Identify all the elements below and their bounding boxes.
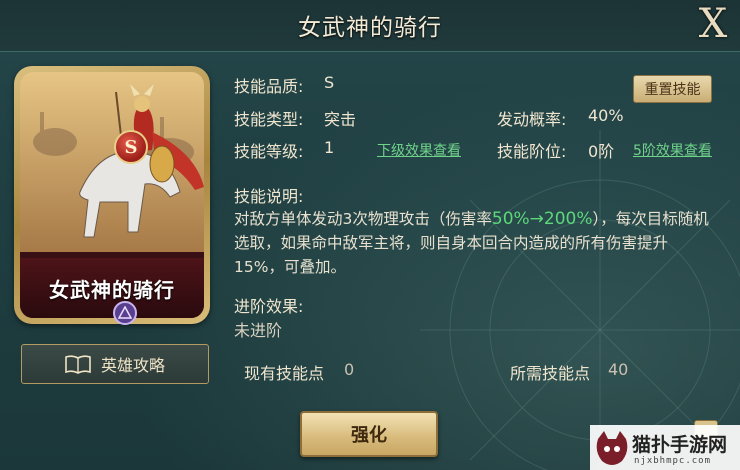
hero-guide-button[interactable]: 英雄攻略 xyxy=(21,344,209,384)
current-points-value: 0 xyxy=(344,360,355,379)
valkyrie-art-image xyxy=(20,72,204,252)
level-label: 技能等级: xyxy=(234,142,304,161)
type-label: 技能类型: xyxy=(234,110,304,129)
watermark: 猫扑手游网 njxbhmpc.com xyxy=(590,425,740,470)
card-name-bar: 女武神的骑行 xyxy=(20,258,204,318)
reset-skill-button[interactable]: 重置技能 xyxy=(633,75,712,103)
watermark-url: njxbhmpc.com xyxy=(634,456,712,466)
advance-value: 未进阶 xyxy=(234,321,283,340)
stage5-effect-link[interactable]: 5阶效果查看 xyxy=(633,140,712,160)
stage-value: 0阶 xyxy=(588,142,615,161)
quality-value: S xyxy=(324,73,335,92)
skill-points-bar: 现有技能点 0 所需技能点 40 xyxy=(232,354,712,384)
close-icon: X xyxy=(698,1,728,47)
advance-label: 进阶效果: xyxy=(234,297,304,316)
rank-label: S xyxy=(124,136,138,158)
page-title: 女武神的骑行 xyxy=(298,15,442,41)
required-points-label: 所需技能点 xyxy=(510,364,591,383)
stage-label: 技能阶位: xyxy=(497,142,567,161)
skill-detail-panel: 女武神的骑行 X S 女武神的骑行 英雄攻略 技能品质: S 重置技能 技能类型… xyxy=(0,0,740,470)
cat-logo-icon xyxy=(596,431,628,465)
quality-label: 技能品质: xyxy=(234,77,304,96)
required-points-value: 40 xyxy=(608,360,629,379)
skill-card-inner: S 女武神的骑行 xyxy=(20,72,204,318)
chance-value: 40% xyxy=(588,106,624,125)
current-points-label: 现有技能点 xyxy=(244,364,325,383)
type-value: 突击 xyxy=(324,110,357,129)
description-text-1: 对敌方单体发动3次物理攻击（伤害率 xyxy=(234,210,492,228)
hero-guide-label: 英雄攻略 xyxy=(100,356,165,375)
description-label: 技能说明: xyxy=(234,187,304,206)
damage-rate-highlight: 50%→200% xyxy=(491,209,593,229)
next-level-effect-link[interactable]: 下级效果查看 xyxy=(377,140,461,160)
strengthen-button[interactable]: 强化 xyxy=(300,411,438,457)
book-icon xyxy=(65,355,91,374)
rank-s-badge: S xyxy=(114,130,148,164)
skill-card: S 女武神的骑行 xyxy=(14,66,210,325)
chance-label: 发动概率: xyxy=(497,110,567,129)
watermark-text: 猫扑手游网 xyxy=(632,434,728,456)
card-name: 女武神的骑行 xyxy=(49,277,175,302)
title-bar: 女武神的骑行 X xyxy=(0,0,740,52)
skill-description: 对敌方单体发动3次物理攻击（伤害率50%→200%），每次目标随机选取，如果命中… xyxy=(234,207,714,279)
skill-type-icon xyxy=(113,301,137,325)
close-button[interactable]: X xyxy=(686,0,740,48)
level-value: 1 xyxy=(324,138,335,157)
